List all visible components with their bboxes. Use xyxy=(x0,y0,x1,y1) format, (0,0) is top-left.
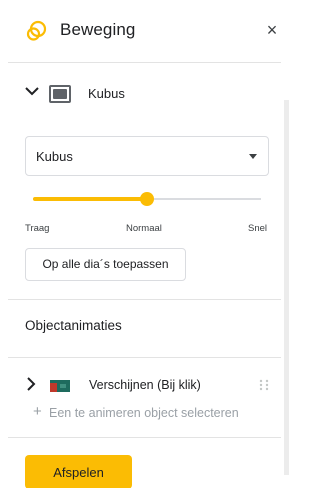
close-icon[interactable]: × xyxy=(262,20,282,40)
header-divider xyxy=(8,62,281,63)
speed-slider[interactable] xyxy=(33,189,261,209)
add-animation-label: Een te animeren object selecteren xyxy=(49,406,239,420)
chevron-right-icon[interactable] xyxy=(25,377,37,391)
plus-icon: + xyxy=(33,403,42,420)
object-thumbnail-icon xyxy=(50,380,70,392)
object-animations-title: Objectanimaties xyxy=(25,318,122,333)
apply-to-all-slides-button[interactable]: Op alle dia´s toepassen xyxy=(25,248,186,281)
drag-handle-icon[interactable] xyxy=(259,379,269,391)
motion-rings-icon xyxy=(26,20,47,41)
add-animation-link[interactable]: + Een te animeren object selecteren xyxy=(33,404,283,424)
slide-thumbnail-icon xyxy=(49,85,71,103)
slider-handle[interactable] xyxy=(140,192,154,206)
footer-divider xyxy=(8,437,281,438)
slider-fill xyxy=(33,197,147,201)
speed-label-fast: Snel xyxy=(248,223,268,234)
animation-label: Verschijnen (Bij klik) xyxy=(89,378,201,392)
speed-label-slow: Traag xyxy=(25,223,50,234)
panel-title: Beweging xyxy=(60,20,136,39)
speed-label-normal: Normaal xyxy=(126,223,162,234)
play-button[interactable]: Afspelen xyxy=(25,455,132,488)
transition-label: Kubus xyxy=(88,86,125,101)
transition-type-select[interactable]: Kubus xyxy=(25,136,269,176)
transition-type-value: Kubus xyxy=(36,149,73,164)
panel-header: Beweging × xyxy=(0,0,289,62)
scrollbar[interactable] xyxy=(284,100,289,475)
transition-row[interactable]: Kubus xyxy=(0,78,280,114)
chevron-down-icon[interactable] xyxy=(24,83,40,99)
motion-panel: Beweging × Kubus Kubus Traag Normaal Sne… xyxy=(0,0,289,488)
animations-divider xyxy=(8,357,281,358)
dropdown-arrow-icon xyxy=(249,154,257,159)
section-divider xyxy=(8,299,281,300)
animation-list-item[interactable]: Verschijnen (Bij klik) xyxy=(0,372,280,398)
